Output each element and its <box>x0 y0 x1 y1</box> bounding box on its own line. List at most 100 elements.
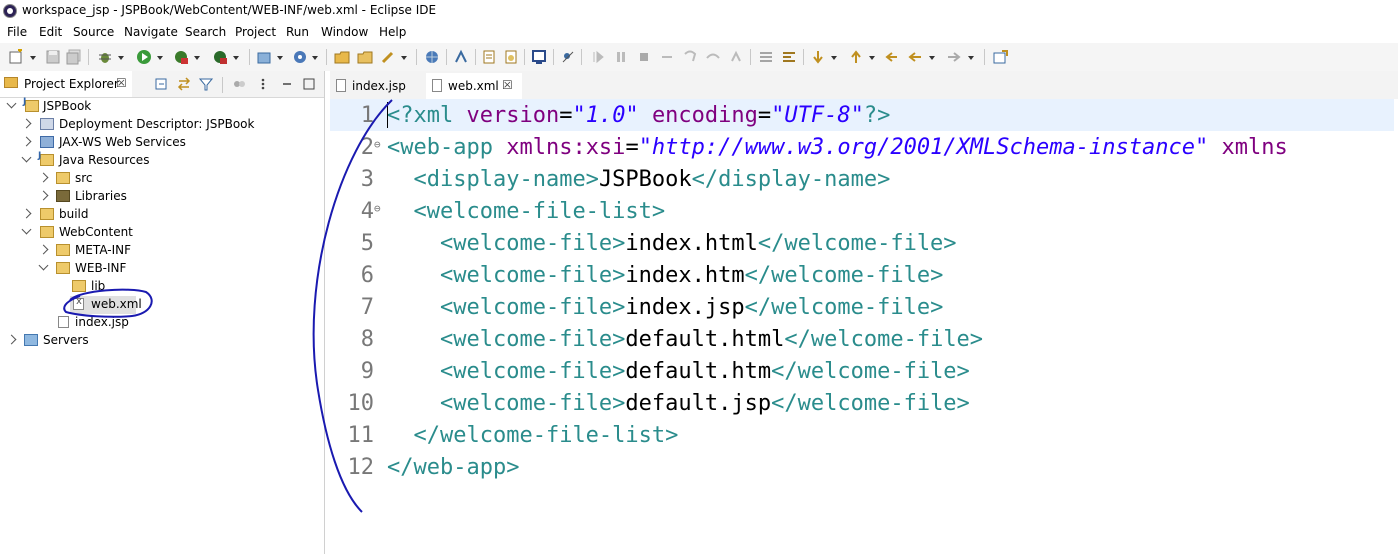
menu-file[interactable]: File <box>7 25 27 39</box>
collapsed-arrow-icon[interactable] <box>6 334 17 345</box>
code-line[interactable]: 5 <welcome-file>index.html</welcome-file… <box>330 227 1398 259</box>
tree-item-jax-ws[interactable]: JAX-WS Web Services <box>0 134 324 152</box>
code-line[interactable]: 1 <?xml version="1.0" encoding="UTF-8"?> <box>330 99 1398 131</box>
tree-item-meta-inf[interactable]: META-INF <box>0 242 324 260</box>
external-tools-dropdown-icon[interactable] <box>233 56 239 60</box>
collapsed-arrow-icon[interactable] <box>38 172 49 183</box>
debug-icon[interactable] <box>97 49 113 65</box>
forward-icon[interactable] <box>946 49 962 65</box>
drop-to-frame-icon[interactable] <box>758 49 774 65</box>
annotation-icon[interactable] <box>503 49 519 65</box>
collapsed-arrow-icon[interactable] <box>38 244 49 255</box>
next-annotation-icon[interactable] <box>810 49 826 65</box>
fold-toggle-icon[interactable]: ⊖ <box>374 138 381 151</box>
link-with-editor-icon[interactable] <box>177 77 191 91</box>
expanded-arrow-icon[interactable] <box>21 152 32 163</box>
code-line[interactable]: 11 </welcome-file-list> <box>330 419 1398 451</box>
back-icon[interactable] <box>907 49 923 65</box>
code-line[interactable]: 8 <welcome-file>default.html</welcome-fi… <box>330 323 1398 355</box>
tree-item-build[interactable]: build <box>0 206 324 224</box>
view-menu-icon[interactable] <box>256 77 270 91</box>
tab-web-xml[interactable]: web.xml ☒ <box>426 73 522 99</box>
minimize-icon[interactable] <box>280 77 294 91</box>
vertical-scrollbar[interactable] <box>1394 99 1398 554</box>
fold-toggle-icon[interactable]: ⊖ <box>374 202 381 215</box>
code-line[interactable]: 6 <welcome-file>index.htm</welcome-file> <box>330 259 1398 291</box>
run-dropdown-icon[interactable] <box>157 56 163 60</box>
close-icon[interactable]: ☒ <box>502 78 513 92</box>
tree-item-java-resources[interactable]: Java Resources <box>0 151 324 170</box>
tree-item-servers[interactable]: Servers <box>0 332 324 350</box>
external-tools-icon[interactable] <box>212 49 228 65</box>
maximize-icon[interactable] <box>302 77 316 91</box>
close-icon[interactable]: ☒ <box>116 76 127 90</box>
console-icon[interactable] <box>531 49 547 65</box>
new-icon[interactable] <box>8 49 24 65</box>
previous-annotation-icon[interactable] <box>848 49 864 65</box>
collapsed-arrow-icon[interactable] <box>21 136 32 147</box>
tab-index-jsp[interactable]: index.jsp <box>330 73 422 99</box>
forward-dropdown-icon[interactable] <box>968 56 974 60</box>
menu-window[interactable]: Window <box>321 25 368 39</box>
tree-item-src[interactable]: src <box>0 170 324 188</box>
menu-navigate[interactable]: Navigate <box>124 25 178 39</box>
code-editor[interactable]: 1 <?xml version="1.0" encoding="UTF-8"?> 2… <box>330 99 1398 554</box>
open-type-icon[interactable] <box>334 49 350 65</box>
collapsed-arrow-icon[interactable] <box>38 190 49 201</box>
coverage-icon[interactable] <box>173 49 189 65</box>
menu-help[interactable]: Help <box>379 25 406 39</box>
skip-breakpoints-icon[interactable] <box>560 49 576 65</box>
menu-edit[interactable]: Edit <box>39 25 62 39</box>
new-server-dropdown-icon[interactable] <box>277 56 283 60</box>
open-resource-icon[interactable] <box>357 49 373 65</box>
last-edit-location-icon[interactable] <box>884 49 900 65</box>
run-icon[interactable] <box>136 49 152 65</box>
code-line[interactable]: 4 ⊖ <welcome-file-list> <box>330 195 1398 227</box>
new-web-service-icon[interactable] <box>292 49 308 65</box>
back-dropdown-icon[interactable] <box>929 56 935 60</box>
pin-editor-icon[interactable] <box>992 49 1008 65</box>
menu-search[interactable]: Search <box>185 25 226 39</box>
tab-project-explorer[interactable]: Project Explorer ☒ <box>0 71 132 97</box>
collapsed-arrow-icon[interactable] <box>21 208 32 219</box>
tree-item-index-jsp[interactable]: index.jsp <box>0 314 324 332</box>
coverage-dropdown-icon[interactable] <box>194 56 200 60</box>
use-step-filters-icon[interactable] <box>781 49 797 65</box>
tree-item-libraries[interactable]: Libraries <box>0 188 324 206</box>
code-line[interactable]: 2 ⊖ <web-app xmlns:xsi="http://www.w3.org/… <box>330 131 1398 163</box>
save-icon[interactable] <box>45 49 61 65</box>
toggle-mark-icon[interactable] <box>481 49 497 65</box>
new-dropdown-icon[interactable] <box>30 56 36 60</box>
menu-project[interactable]: Project <box>235 25 276 39</box>
new-server-icon[interactable] <box>256 49 272 65</box>
globe-icon[interactable] <box>424 49 440 65</box>
menu-run[interactable]: Run <box>286 25 309 39</box>
search-tool-icon[interactable] <box>380 49 396 65</box>
code-line[interactable]: 3 <display-name>JSPBook</display-name> <box>330 163 1398 195</box>
expanded-arrow-icon[interactable] <box>21 224 32 235</box>
expanded-arrow-icon[interactable] <box>6 98 17 109</box>
search-dropdown-icon[interactable] <box>401 56 407 60</box>
save-all-icon[interactable] <box>66 49 82 65</box>
tree-item-webcontent[interactable]: WebContent <box>0 224 324 242</box>
code-line[interactable]: 10 <welcome-file>default.jsp</welcome-fi… <box>330 387 1398 419</box>
perspective-icon[interactable] <box>453 49 469 65</box>
tree-item-web-inf[interactable]: WEB-INF <box>0 260 324 278</box>
next-annotation-dropdown-icon[interactable] <box>831 56 837 60</box>
tree-item-deployment-descriptor[interactable]: Deployment Descriptor: JSPBook <box>0 116 324 134</box>
tree-item-lib[interactable]: lib <box>0 278 324 296</box>
menu-source[interactable]: Source <box>73 25 114 39</box>
tree-item-web-xml[interactable]: web.xml <box>0 296 324 314</box>
code-line[interactable]: 12 </web-app> <box>330 451 1398 483</box>
filter-icon[interactable] <box>199 77 213 91</box>
collapse-all-icon[interactable] <box>155 77 169 91</box>
debug-dropdown-icon[interactable] <box>118 56 124 60</box>
expanded-arrow-icon[interactable] <box>38 260 49 271</box>
previous-annotation-dropdown-icon[interactable] <box>869 56 875 60</box>
code-line[interactable]: 9 <welcome-file>default.htm</welcome-fil… <box>330 355 1398 387</box>
code-line[interactable]: 7 <welcome-file>index.jsp</welcome-file> <box>330 291 1398 323</box>
focus-icon[interactable] <box>232 77 246 91</box>
tree-item-jspbook[interactable]: JSPBook <box>0 97 324 116</box>
web-service-dropdown-icon[interactable] <box>312 56 318 60</box>
collapsed-arrow-icon[interactable] <box>21 118 32 129</box>
